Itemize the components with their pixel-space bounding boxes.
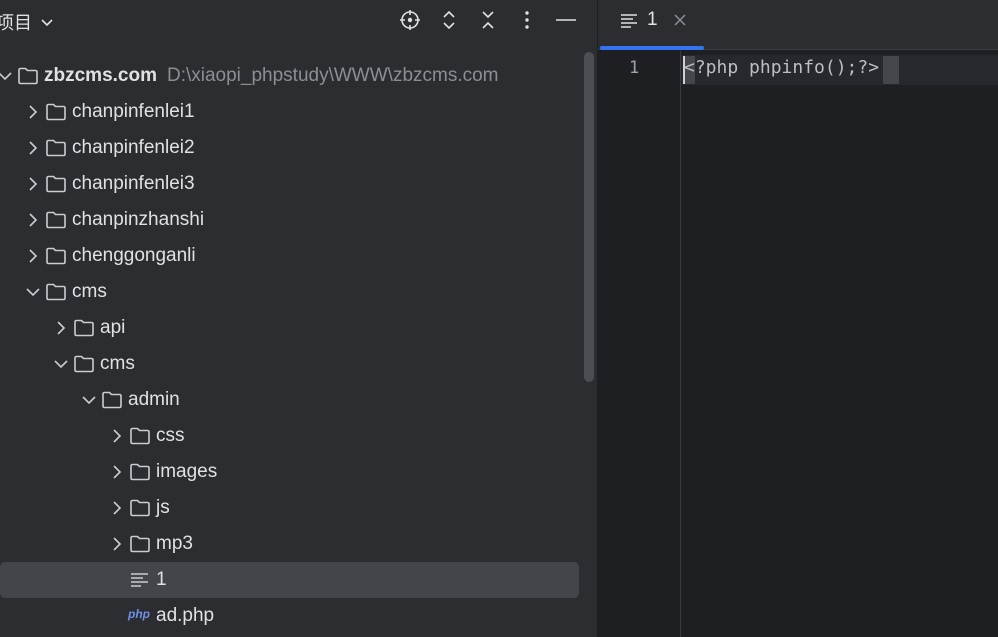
tree-item-1[interactable]: 1 [0,562,579,598]
tree-item-label: chanpinfenlei3 [72,173,195,194]
php-file-icon: php [128,607,150,621]
editor-tab-bar: 1 [598,0,998,50]
panel-title: 项目 [0,13,32,33]
root-label-wrap: zbzcms.com D:\xiaopi_phpstudy\WWW\zbzcms.… [44,65,499,87]
folder-icon [45,209,67,231]
chevron-right-icon[interactable] [24,103,42,121]
code-line[interactable]: <?php phpinfo();?> [684,57,879,78]
chevron-right-icon[interactable] [108,535,126,553]
chevron-right-icon[interactable] [108,499,126,517]
collapse-all-icon[interactable] [476,8,500,32]
line-number: 1 [629,58,640,78]
tab-label: 1 [647,9,658,30]
close-icon[interactable] [672,12,688,28]
editor-tab[interactable]: 1 [598,0,704,50]
panel-header: 项目 [0,0,597,40]
line-gutter [598,51,680,637]
tree-root[interactable]: zbzcms.com D:\xiaopi_phpstudy\WWW\zbzcms.… [0,58,580,94]
chevron-down-icon[interactable] [52,355,70,373]
folder-icon [73,317,95,339]
root-folder-path: D:\xiaopi_phpstudy\WWW\zbzcms.com [166,65,499,86]
tree-item-label: cms [100,353,135,374]
active-tab-indicator [600,46,704,50]
tree-item-label: chanpinfenlei1 [72,101,195,122]
tree-item-label: 1 [156,569,167,590]
text-file-icon [621,14,637,28]
chevron-right-icon[interactable] [52,319,70,337]
chevron-right-icon[interactable] [108,463,126,481]
tree-item-label: api [100,317,126,338]
tree-item-label: css [156,425,185,446]
chevron-down-icon[interactable] [0,67,14,85]
text-file-icon [129,569,151,591]
tree-item-js[interactable]: js [0,490,580,526]
tree-item-label: images [156,461,218,482]
tree-item-label: chanpinzhanshi [72,209,205,230]
tree-item-label: chanpinfenlei2 [72,137,195,158]
tree-item-ad-php[interactable]: php ad.php [0,598,580,634]
tree-item-chanpinfenlei2[interactable]: chanpinfenlei2 [0,130,580,166]
folder-icon [129,497,151,519]
minimize-icon[interactable] [554,8,578,32]
tree-item-images[interactable]: images [0,454,580,490]
tree-item-chanpinfenlei3[interactable]: chanpinfenlei3 [0,166,580,202]
gutter-divider [680,51,681,637]
chevron-right-icon[interactable] [24,211,42,229]
folder-icon [45,281,67,303]
folder-icon [45,245,67,267]
chevron-right-icon[interactable] [24,139,42,157]
folder-icon [45,173,67,195]
expand-collapse-icon[interactable] [437,8,461,32]
tree-item-cms[interactable]: cms [0,346,580,382]
tree-item-mp3[interactable]: mp3 [0,526,580,562]
chevron-down-icon[interactable] [24,283,42,301]
folder-icon [129,533,151,555]
folder-icon [73,353,95,375]
tree-item-label: chenggonganli [72,245,196,266]
tree-item-cms[interactable]: cms [0,274,580,310]
chevron-right-icon[interactable] [24,175,42,193]
tree-item-api[interactable]: api [0,310,580,346]
folder-icon [45,137,67,159]
tree-item-css[interactable]: css [0,418,580,454]
tree-item-label: mp3 [156,533,193,554]
folder-icon [17,65,39,87]
editor: 1 1 <?php phpinfo();?> [598,0,998,637]
tree-item-admin[interactable]: admin [0,382,580,418]
tree-scrollbar[interactable] [584,52,594,382]
project-panel: 项目 zbzcms.com D:\xiaopi_phpstudy\WWW\zbzc… [0,0,597,637]
chevron-right-icon[interactable] [108,427,126,445]
folder-icon [129,425,151,447]
chevron-right-icon[interactable] [24,247,42,265]
tree-item-label: js [156,497,170,518]
locate-icon[interactable] [398,8,422,32]
panel-title-dropdown[interactable]: 项目 [0,9,54,35]
tree-item-chenggonganli[interactable]: chenggonganli [0,238,580,274]
text-caret [683,56,685,84]
folder-icon [101,389,123,411]
folder-icon [45,101,67,123]
tree-item-label: ad.php [156,605,215,626]
more-options-icon[interactable] [515,8,539,32]
tree-item-label: cms [72,281,107,302]
bracket-match-highlight [883,56,899,84]
root-folder-name: zbzcms.com [44,65,157,86]
tree-item-chanpinzhanshi[interactable]: chanpinzhanshi [0,202,580,238]
chevron-down-icon[interactable] [80,391,98,409]
folder-icon [129,461,151,483]
tree-item-chanpinfenlei1[interactable]: chanpinfenlei1 [0,94,580,130]
tree-item-label: admin [128,389,180,410]
chevron-down-icon [41,19,53,27]
